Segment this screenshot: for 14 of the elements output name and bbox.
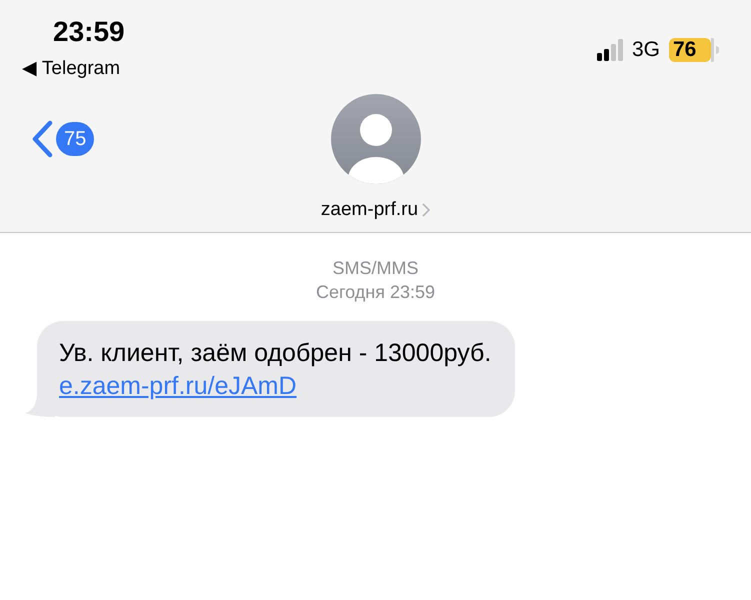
back-button[interactable]: 75 bbox=[30, 120, 94, 158]
service-label: SMS/MMS bbox=[332, 257, 418, 280]
message-text: Ув. клиент, заём одобрен - 13000руб. bbox=[59, 338, 492, 369]
contact-name[interactable]: zaem-prf.ru bbox=[320, 196, 418, 224]
back-to-app-link[interactable]: ◀ Telegram bbox=[22, 57, 120, 81]
avatar-icon[interactable] bbox=[330, 94, 420, 184]
clock-time: 23:59 bbox=[53, 16, 125, 48]
battery-indicator: 76 bbox=[669, 38, 719, 62]
chevron-right-icon bbox=[422, 203, 430, 218]
back-chevron-icon bbox=[30, 120, 54, 158]
unread-count-badge: 75 bbox=[56, 122, 94, 156]
network-type: 3G bbox=[632, 37, 660, 63]
message-date: Сегодня 23:59 bbox=[316, 281, 436, 304]
signal-icon bbox=[596, 38, 625, 61]
